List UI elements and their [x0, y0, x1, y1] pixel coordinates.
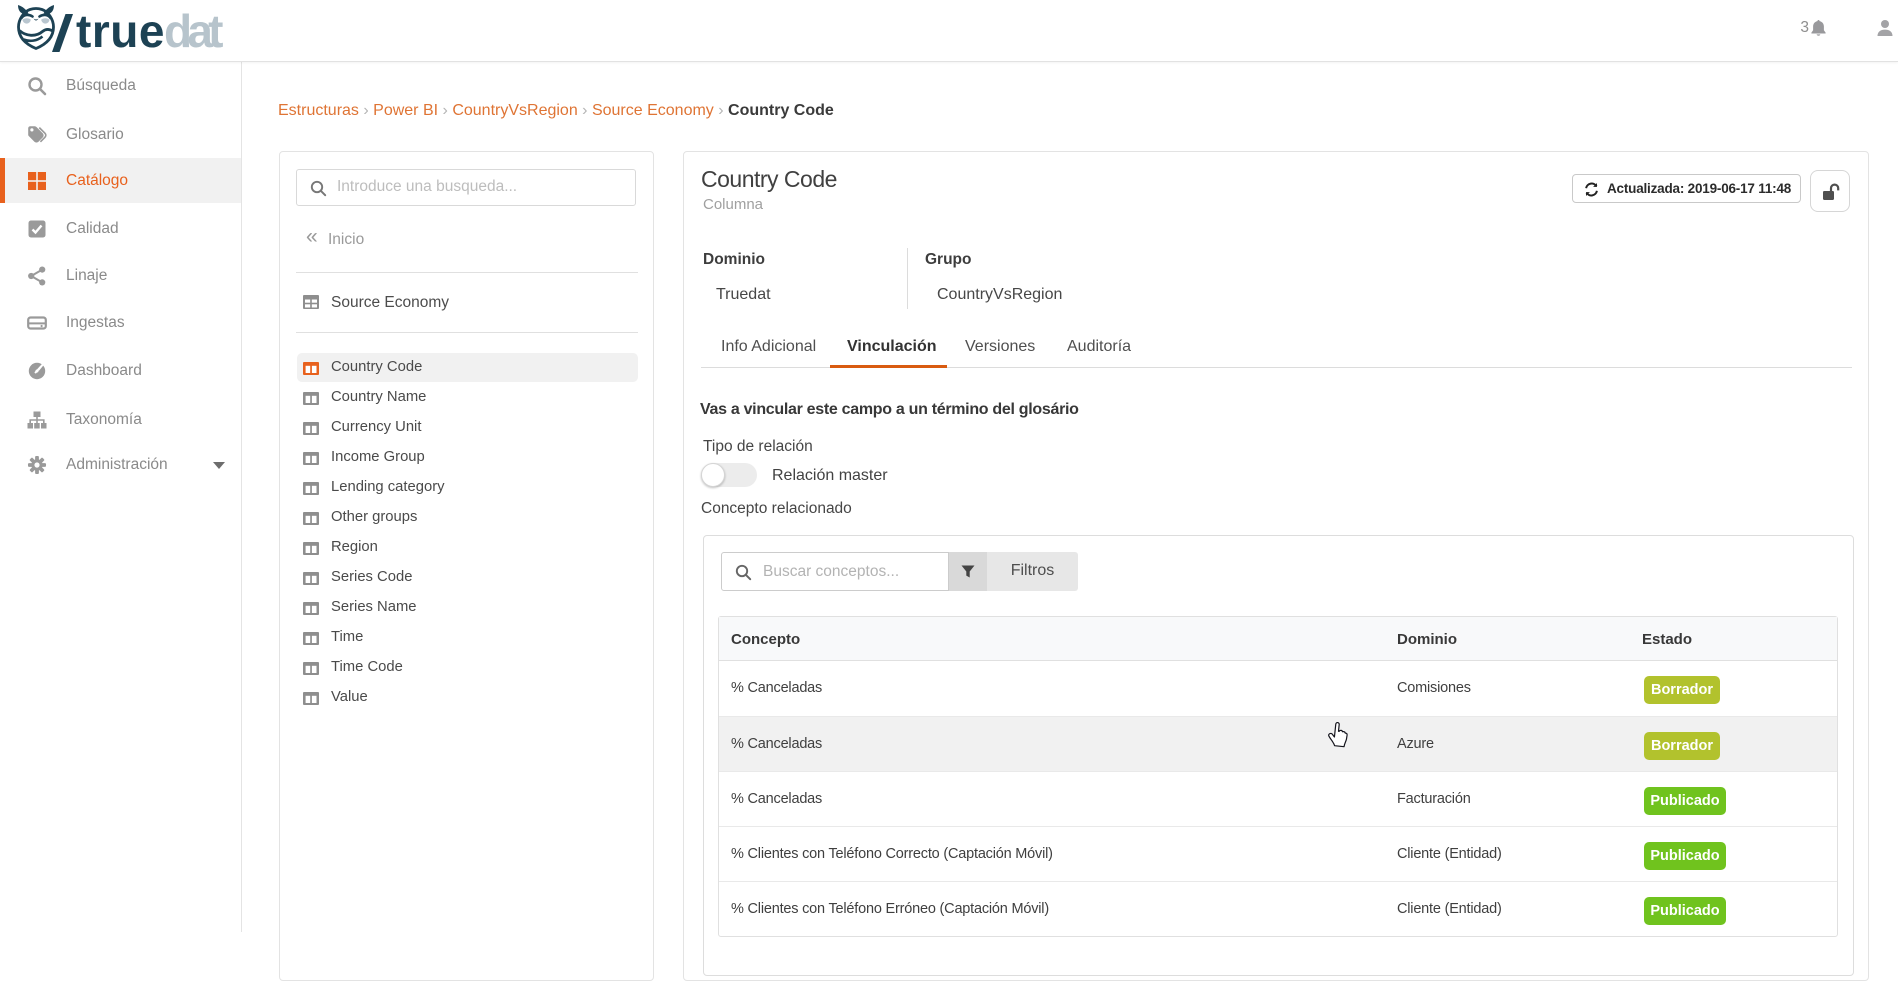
svg-text:true: true: [76, 5, 164, 57]
svg-text:dat: dat: [164, 5, 223, 57]
